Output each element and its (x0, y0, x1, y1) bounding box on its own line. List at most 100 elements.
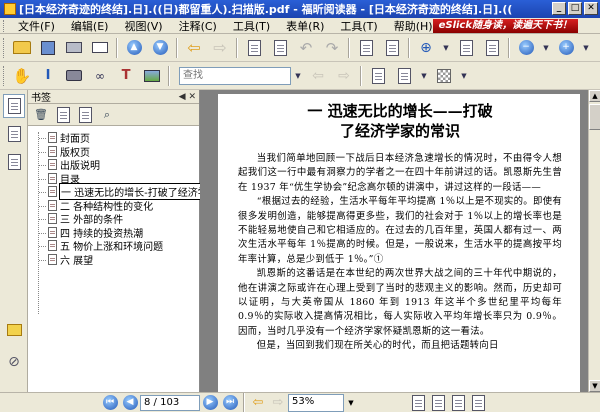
menu-view[interactable]: 视图(V) (116, 18, 170, 34)
grid-button[interactable] (433, 65, 455, 87)
page-number-field[interactable]: 8 / 103 (140, 394, 200, 411)
bookmark-item[interactable]: 封面页 (28, 131, 199, 145)
new-bookmark-icon (56, 106, 70, 123)
save-button[interactable] (37, 37, 59, 59)
layers-tab[interactable] (3, 150, 25, 174)
bookmark-delete-button[interactable]: 🗑 (32, 106, 50, 124)
snapshot-button[interactable] (63, 65, 85, 87)
menu-edit[interactable]: 编辑(E) (63, 18, 117, 34)
eslick-banner[interactable]: eSlick随身读，读遍天下书！ (432, 19, 578, 33)
search-icon: ⌕ (103, 107, 111, 121)
bookmark-item[interactable]: 版权页 (28, 145, 199, 159)
bookmark-item[interactable]: 二 各种结构性的变化 (28, 199, 199, 213)
scroll-thumb[interactable] (589, 104, 600, 130)
undo-button[interactable]: ↶ (295, 37, 317, 59)
menu-file[interactable]: 文件(F) (10, 18, 63, 34)
first-page-icon: ⏮ (102, 395, 118, 410)
single-page-view[interactable] (410, 394, 426, 411)
bookmark-item-selected[interactable]: 一 迅速无比的增长-打破了经济学家的常识 (28, 183, 250, 201)
forward-button[interactable]: ⇨ (209, 37, 231, 59)
zoom-plus-button[interactable]: + (555, 37, 577, 59)
menu-form[interactable]: 表单(R) (278, 18, 332, 34)
first-page-button[interactable]: ▲ (123, 37, 145, 59)
bookmark-icon (48, 253, 57, 265)
thumbnails-tab[interactable] (3, 122, 25, 146)
find-prev-button[interactable]: ⇦ (307, 65, 329, 87)
copy-button[interactable] (355, 37, 377, 59)
zoom-plus-dropdown[interactable]: ▼ (581, 37, 591, 59)
back-button[interactable]: ⇦ (183, 37, 205, 59)
zoom-level-field[interactable]: 53% (288, 393, 344, 412)
minimize-button[interactable]: _ (552, 2, 566, 15)
next-page-nav[interactable]: ▶ (202, 395, 218, 411)
layout-dropdown[interactable]: ▼ (419, 65, 429, 87)
printer-icon (66, 42, 82, 53)
last-page-button[interactable]: ▼ (149, 37, 171, 59)
history-back-nav[interactable]: ⇦ (250, 395, 266, 411)
bookmark-find-button[interactable]: ⌕ (98, 106, 116, 124)
menu-tools-2[interactable]: 工具(T) (332, 18, 385, 34)
bookmarks-tab[interactable] (3, 94, 25, 118)
close-panel-icon[interactable]: ✕ (188, 92, 196, 102)
bookmark-item[interactable]: 出版说明 (28, 158, 199, 172)
extract-page-button[interactable] (243, 37, 265, 59)
chapter-title: 一 迅速无比的增长——打破 (307, 102, 493, 120)
menu-tools[interactable]: 工具(T) (225, 18, 278, 34)
collapse-panel-icon[interactable]: ◀ (179, 92, 186, 102)
hand-tool-button[interactable]: ✋ (11, 65, 33, 87)
grid-dropdown[interactable]: ▼ (459, 65, 469, 87)
toolbar-separator (360, 65, 362, 86)
continuous-view[interactable] (430, 394, 446, 411)
last-page-icon: ⏭ (222, 395, 238, 410)
bookmark-item[interactable]: 目录 (28, 172, 199, 186)
bookmark-item[interactable]: 六 展望 (28, 253, 199, 267)
scroll-up-arrow[interactable]: ▲ (589, 90, 600, 102)
title-bar: [日本经济奇迹的终结].日].((日)都留重人).扫描版.pdf - 福昕阅读器… (0, 0, 600, 18)
find-input[interactable] (179, 66, 291, 85)
facing-view[interactable] (450, 394, 466, 411)
select-text-button[interactable]: I (37, 65, 59, 87)
vertical-scrollbar[interactable]: ▲ ▼ (588, 90, 600, 392)
bookmark-expand-button[interactable] (76, 106, 94, 124)
chevron-down-icon: ▼ (461, 71, 467, 80)
plus-icon: + (558, 40, 574, 55)
bookmark-item[interactable]: 四 持续的投资热潮 (28, 226, 199, 240)
fit-page-button[interactable] (455, 37, 477, 59)
paste-button[interactable] (381, 37, 403, 59)
continuous-button[interactable] (393, 65, 415, 87)
document-view[interactable]: 一 迅速无比的增长——打破 了经济学家的常识 当我们简单地回顾一下战后日本经济急… (200, 90, 588, 392)
image-button[interactable] (141, 65, 163, 87)
bookmark-new-button[interactable] (54, 106, 72, 124)
first-page-nav[interactable]: ⏮ (102, 395, 118, 411)
zoom-level-dropdown[interactable]: ▼ (346, 395, 356, 411)
maximize-button[interactable]: □ (568, 2, 582, 15)
history-forward-nav[interactable]: ⇨ (270, 395, 286, 411)
insert-page-button[interactable] (269, 37, 291, 59)
open-button[interactable] (11, 37, 33, 59)
arrow-right-icon: ⇨ (213, 38, 227, 57)
redo-button[interactable]: ↷ (321, 37, 343, 59)
scroll-down-arrow[interactable]: ▼ (589, 380, 600, 392)
zoom-out-button[interactable]: − (515, 37, 537, 59)
fit-width-button[interactable] (481, 37, 503, 59)
bookmark-item[interactable]: 五 物价上涨和环境问题 (28, 239, 199, 253)
window-title: [日本经济奇迹的终结].日].((日)都留重人).扫描版.pdf - 福昕阅读器… (19, 3, 513, 16)
find-dropdown[interactable]: ▼ (293, 65, 303, 87)
find-button[interactable]: ∞ (89, 65, 111, 87)
bookmark-item[interactable]: 三 外部的条件 (28, 212, 199, 226)
attachments-tab[interactable]: ⊘ (3, 350, 25, 374)
last-page-nav[interactable]: ⏭ (222, 395, 238, 411)
find-next-button[interactable]: ⇨ (333, 65, 355, 87)
menu-comment[interactable]: 注释(C) (171, 18, 225, 34)
prev-page-nav[interactable]: ◀ (122, 395, 138, 411)
single-page-button[interactable] (367, 65, 389, 87)
zoom-in-dropdown[interactable]: ▼ (441, 37, 451, 59)
zoom-in-button[interactable]: ⊕ (415, 37, 437, 59)
continuous-facing-view[interactable] (470, 394, 486, 411)
zoom-out-dropdown[interactable]: ▼ (541, 37, 551, 59)
email-button[interactable] (89, 37, 111, 59)
comments-tab[interactable] (3, 318, 25, 342)
close-button[interactable]: ✕ (584, 2, 598, 15)
print-button[interactable] (63, 37, 85, 59)
typewriter-button[interactable]: T (115, 65, 137, 87)
